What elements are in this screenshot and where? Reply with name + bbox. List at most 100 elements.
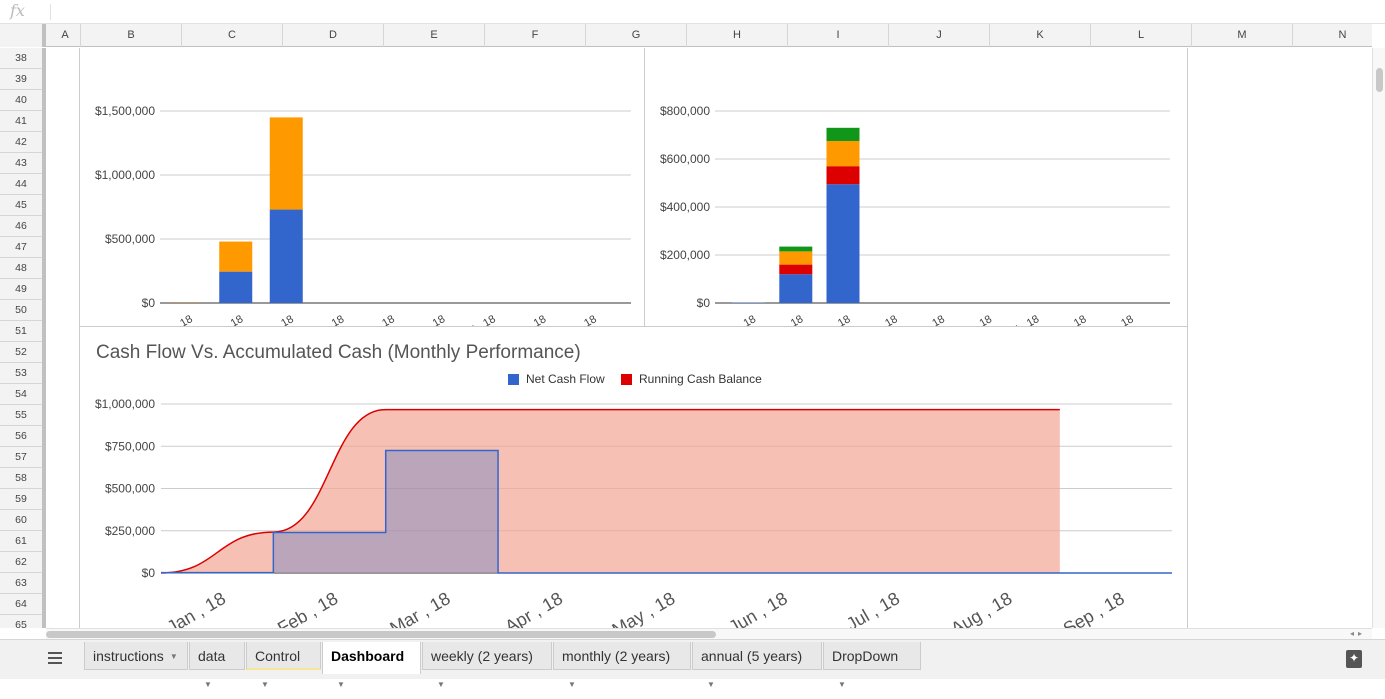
bar-subscription-revenue[interactable] bbox=[779, 274, 812, 303]
column-header-n[interactable]: N bbox=[1293, 24, 1385, 47]
column-header-i[interactable]: I bbox=[788, 24, 889, 47]
column-header-bar: ABCDEFGHIJKLMN bbox=[0, 24, 1372, 47]
sheet-tab[interactable]: annual (5 years)▼ bbox=[692, 642, 822, 670]
column-header-e[interactable]: E bbox=[384, 24, 485, 47]
row-header[interactable]: 57 bbox=[0, 447, 42, 468]
x-tick-label: Feb , 18 bbox=[764, 313, 805, 327]
bar-stream-4[interactable] bbox=[827, 128, 860, 141]
bar-stream-3[interactable] bbox=[779, 251, 812, 264]
y-tick-label: $800,000 bbox=[660, 104, 710, 118]
x-tick-label: Apr , 18 bbox=[501, 588, 566, 628]
sheet-tab[interactable]: data▼ bbox=[189, 642, 245, 670]
explore-icon[interactable]: ✦ bbox=[1346, 650, 1362, 668]
column-header-f[interactable]: F bbox=[485, 24, 586, 47]
x-tick-label: Mar , 18 bbox=[255, 313, 296, 327]
sheet-tab[interactable]: Control▼ bbox=[246, 642, 321, 670]
horizontal-scroll-thumb[interactable] bbox=[46, 631, 716, 638]
x-tick-label: Mar , 18 bbox=[812, 313, 853, 327]
row-header[interactable]: 64 bbox=[0, 594, 42, 615]
row-header[interactable]: 46 bbox=[0, 216, 42, 237]
x-tick-label: Jan , 18 bbox=[164, 588, 229, 628]
sheet-tab[interactable]: weekly (2 years)▼ bbox=[422, 642, 552, 670]
row-header[interactable]: 53 bbox=[0, 363, 42, 384]
column-header-m[interactable]: M bbox=[1192, 24, 1293, 47]
row-header[interactable]: 60 bbox=[0, 510, 42, 531]
column-header-b[interactable]: B bbox=[81, 24, 182, 47]
bar-stream-3[interactable] bbox=[827, 141, 860, 166]
y-tick-label: $1,000,000 bbox=[95, 168, 155, 182]
x-tick-label: Jul , 18 bbox=[1005, 313, 1042, 327]
column-header-k[interactable]: K bbox=[990, 24, 1091, 47]
row-header[interactable]: 50 bbox=[0, 300, 42, 321]
select-all-corner[interactable] bbox=[0, 24, 46, 47]
row-header[interactable]: 43 bbox=[0, 153, 42, 174]
row-header[interactable]: 58 bbox=[0, 468, 42, 489]
row-header[interactable]: 59 bbox=[0, 489, 42, 510]
y-tick-label: $250,000 bbox=[105, 524, 155, 538]
sheet-tab[interactable]: DropDown▼ bbox=[823, 642, 921, 670]
bar-stream-2[interactable] bbox=[779, 265, 812, 275]
sheet-tab[interactable]: monthly (2 years)▼ bbox=[553, 642, 691, 670]
column-header-d[interactable]: D bbox=[283, 24, 384, 47]
tab-dropdown-icon[interactable]: ▼ bbox=[568, 671, 576, 699]
tab-dropdown-icon[interactable]: ▼ bbox=[838, 671, 846, 699]
row-header[interactable]: 65 bbox=[0, 615, 42, 628]
vertical-scrollbar[interactable] bbox=[1372, 48, 1385, 628]
column-header-l[interactable]: L bbox=[1091, 24, 1192, 47]
cashflow-chart[interactable]: Cash Flow Vs. Accumulated Cash (Monthly … bbox=[79, 326, 1188, 628]
bar-stream-2[interactable] bbox=[827, 166, 860, 184]
column-header-c[interactable]: C bbox=[182, 24, 283, 47]
x-tick-label: Sep , 18 bbox=[1094, 313, 1135, 327]
row-header[interactable]: 48 bbox=[0, 258, 42, 279]
scroll-arrows-icon[interactable]: ◂▸ bbox=[1350, 629, 1366, 638]
row-header[interactable]: 56 bbox=[0, 426, 42, 447]
x-tick-label: May , 18 bbox=[354, 313, 397, 327]
vertical-scroll-thumb[interactable] bbox=[1376, 68, 1383, 92]
x-tick-label: Jul , 18 bbox=[461, 313, 498, 327]
row-header[interactable]: 62 bbox=[0, 552, 42, 573]
income-chart[interactable]: $1,500,000$1,000,000$500,000$0Jan , 18Fe… bbox=[79, 48, 645, 327]
row-header[interactable]: 45 bbox=[0, 195, 42, 216]
row-header[interactable]: 52 bbox=[0, 342, 42, 363]
revenue-chart[interactable]: $800,000$600,000$400,000$200,000$0Jan , … bbox=[644, 48, 1188, 327]
column-header-g[interactable]: G bbox=[586, 24, 687, 47]
row-header[interactable]: 54 bbox=[0, 384, 42, 405]
tab-dropdown-icon[interactable]: ▼ bbox=[337, 671, 345, 699]
column-header-j[interactable]: J bbox=[889, 24, 990, 47]
horizontal-scrollbar[interactable]: ◂▸ bbox=[46, 628, 1372, 639]
bar-subscription-revenue[interactable] bbox=[827, 184, 860, 303]
tab-dropdown-icon[interactable]: ▼ bbox=[261, 671, 269, 699]
row-header[interactable]: 41 bbox=[0, 111, 42, 132]
sheet-tab[interactable]: Dashboard▼ bbox=[322, 642, 421, 674]
tab-dropdown-icon[interactable]: ▼ bbox=[437, 671, 445, 699]
tab-dropdown-icon[interactable]: ▼ bbox=[707, 671, 715, 699]
column-header-a[interactable]: A bbox=[50, 24, 81, 47]
row-header[interactable]: 51 bbox=[0, 321, 42, 342]
row-header[interactable]: 44 bbox=[0, 174, 42, 195]
tab-dropdown-icon[interactable]: ▼ bbox=[170, 643, 178, 671]
bar-ebitda[interactable] bbox=[219, 242, 252, 272]
column-header-h[interactable]: H bbox=[687, 24, 788, 47]
row-header[interactable]: 42 bbox=[0, 132, 42, 153]
sheet-tab-bar: instructions▼data▼Control▼Dashboard▼week… bbox=[0, 639, 1385, 679]
bar-total-income[interactable] bbox=[270, 210, 303, 303]
y-tick-label: $500,000 bbox=[105, 482, 155, 496]
row-header[interactable]: 55 bbox=[0, 405, 42, 426]
row-header[interactable]: 49 bbox=[0, 279, 42, 300]
bar-ebitda[interactable] bbox=[270, 117, 303, 209]
row-header[interactable]: 61 bbox=[0, 531, 42, 552]
row-header[interactable]: 40 bbox=[0, 90, 42, 111]
sheet-tab[interactable]: instructions▼ bbox=[84, 642, 188, 670]
row-header[interactable]: 39 bbox=[0, 69, 42, 90]
row-header[interactable]: 47 bbox=[0, 237, 42, 258]
formula-input[interactable] bbox=[50, 4, 1372, 20]
sheet-tab-label: monthly (2 years) bbox=[562, 648, 670, 664]
all-sheets-menu-icon[interactable] bbox=[48, 652, 62, 664]
row-header[interactable]: 63 bbox=[0, 573, 42, 594]
bar-stream-4[interactable] bbox=[779, 247, 812, 252]
legend-label: Net Cash Flow bbox=[526, 372, 605, 386]
tab-dropdown-icon[interactable]: ▼ bbox=[204, 671, 212, 699]
sheet-grid[interactable]: $1,500,000$1,000,000$500,000$0Jan , 18Fe… bbox=[46, 48, 1372, 628]
row-header[interactable]: 38 bbox=[0, 48, 42, 69]
bar-total-income[interactable] bbox=[219, 272, 252, 303]
